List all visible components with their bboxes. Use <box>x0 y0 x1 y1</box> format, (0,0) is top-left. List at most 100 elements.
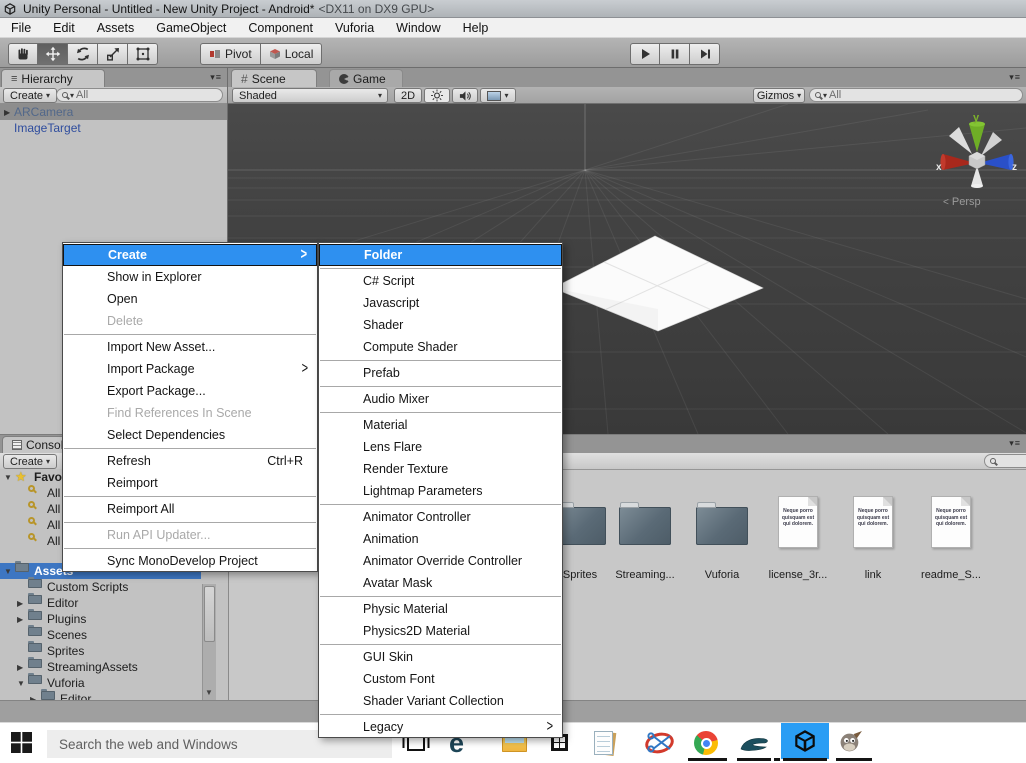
menu-help[interactable]: Help <box>452 21 500 35</box>
tree-item-custom-scripts[interactable]: Custom Scripts <box>0 579 228 595</box>
menu-item-compute-shader[interactable]: Compute Shader <box>319 336 562 358</box>
menu-item-folder[interactable]: Folder <box>319 244 562 266</box>
menu-item-animator-controller[interactable]: Animator Controller <box>319 506 562 528</box>
project-create-button[interactable]: Create▾ <box>3 454 57 469</box>
menu-item-prefab[interactable]: Prefab <box>319 362 562 384</box>
rotate-tool-button[interactable] <box>68 43 98 65</box>
menu-item-lens-flare[interactable]: Lens Flare <box>319 436 562 458</box>
hand-tool-button[interactable] <box>8 43 38 65</box>
tree-item-sprites[interactable]: Sprites <box>0 643 228 659</box>
gizmos-dropdown[interactable]: Gizmos▾ <box>753 88 805 103</box>
panel-menu-icon[interactable]: ▾≡ <box>1009 438 1021 449</box>
menu-item-lightmap-parameters[interactable]: Lightmap Parameters <box>319 480 562 502</box>
shading-mode-dropdown[interactable]: Shaded ▾ <box>232 88 388 103</box>
menu-item-gui-skin[interactable]: GUI Skin <box>319 646 562 668</box>
menu-item-audio-mixer[interactable]: Audio Mixer <box>319 388 562 410</box>
menu-item-animation[interactable]: Animation <box>319 528 562 550</box>
asset-license-3r[interactable]: Neque porro quisquam est qui dolorem.lic… <box>762 495 834 581</box>
start-button[interactable] <box>11 732 32 758</box>
menu-gameobject[interactable]: GameObject <box>145 21 237 35</box>
menu-item-export-package[interactable]: Export Package... <box>63 380 317 402</box>
menu-item-shader[interactable]: Shader <box>319 314 562 336</box>
effects-dropdown-button[interactable]: ▾ <box>480 88 516 103</box>
menu-component[interactable]: Component <box>237 21 324 35</box>
menu-window[interactable]: Window <box>385 21 451 35</box>
asset-streaming[interactable]: Streaming... <box>609 495 681 581</box>
2d-toggle-button[interactable]: 2D <box>394 88 422 103</box>
search-icon <box>815 92 821 98</box>
lighting-toggle-button[interactable] <box>424 88 450 103</box>
tree-item-plugins[interactable]: ▶Plugins <box>0 611 228 627</box>
menu-edit[interactable]: Edit <box>42 21 86 35</box>
hierarchy-search-input[interactable]: ▾ All <box>56 88 223 102</box>
project-search-input[interactable] <box>984 454 1026 468</box>
scene-orientation-gizmo[interactable]: y x z <box>935 112 1019 196</box>
gimp-icon[interactable] <box>838 731 863 755</box>
menu-item-refresh[interactable]: RefreshCtrl+R <box>63 450 317 472</box>
menu-item-legacy[interactable]: Legacy> <box>319 716 562 738</box>
asset-link[interactable]: Neque porro quisquam est qui dolorem.lin… <box>837 495 909 581</box>
move-tool-button[interactable] <box>38 43 68 65</box>
hierarchy-item-arcamera[interactable]: ▶ARCamera <box>0 104 227 120</box>
play-icon <box>637 46 653 62</box>
menu-item-render-texture[interactable]: Render Texture <box>319 458 562 480</box>
scene-search-input[interactable]: ▾ All <box>809 88 1023 102</box>
menu-file[interactable]: File <box>0 21 42 35</box>
play-button[interactable] <box>630 43 660 65</box>
menu-item-c-script[interactable]: C# Script <box>319 270 562 292</box>
pause-button[interactable] <box>660 43 690 65</box>
menu-item-create[interactable]: Create> <box>63 244 317 266</box>
menu-vuforia[interactable]: Vuforia <box>324 21 385 35</box>
hierarchy-item-imagetarget[interactable]: ImageTarget <box>0 120 227 136</box>
menu-item-show-in-explorer[interactable]: Show in Explorer <box>63 266 317 288</box>
panel-menu-icon[interactable]: ▾≡ <box>1009 72 1021 83</box>
pivot-button[interactable]: Pivot <box>200 43 261 65</box>
hierarchy-search-label: All <box>76 89 88 101</box>
menu-item-physics2d-material[interactable]: Physics2D Material <box>319 620 562 642</box>
step-button[interactable] <box>690 43 720 65</box>
asset-readme-s[interactable]: Neque porro quisquam est qui dolorem.rea… <box>915 495 987 581</box>
rect-tool-button[interactable] <box>128 43 158 65</box>
menu-item-reimport-all[interactable]: Reimport All <box>63 498 317 520</box>
folder-icon <box>28 611 42 620</box>
tab-hierarchy[interactable]: ≡ Hierarchy <box>1 69 105 87</box>
menu-item-javascript[interactable]: Javascript <box>319 292 562 314</box>
snipping-tool-icon[interactable] <box>644 729 676 757</box>
menu-item-material[interactable]: Material <box>319 414 562 436</box>
menu-item-select-dependencies[interactable]: Select Dependencies <box>63 424 317 446</box>
scale-tool-button[interactable] <box>98 43 128 65</box>
hierarchy-create-button[interactable]: Create▾ <box>3 88 57 103</box>
asset-vuforia[interactable]: Vuforia <box>686 495 758 581</box>
notepad-icon[interactable] <box>594 731 616 756</box>
hierarchy-icon: ≡ <box>11 73 17 85</box>
menu-assets[interactable]: Assets <box>86 21 146 35</box>
menu-item-import-package[interactable]: Import Package> <box>63 358 317 380</box>
tree-item-editor[interactable]: ▶Editor <box>0 595 228 611</box>
menu-item-sync-monodevelop-project[interactable]: Sync MonoDevelop Project <box>63 550 317 572</box>
menu-item-animator-override-controller[interactable]: Animator Override Controller <box>319 550 562 572</box>
menu-item-custom-font[interactable]: Custom Font <box>319 668 562 690</box>
perspective-label[interactable]: < Persp <box>943 196 981 208</box>
chrome-icon[interactable] <box>694 731 718 755</box>
unity-taskbar-button[interactable] <box>781 723 829 759</box>
tree-item-vuforia[interactable]: ▼Vuforia <box>0 675 228 691</box>
local-button[interactable]: Local <box>261 43 323 65</box>
menu-item-reimport[interactable]: Reimport <box>63 472 317 494</box>
scrollbar-thumb[interactable] <box>204 586 215 642</box>
tree-item-editor[interactable]: ▶Editor <box>0 691 228 700</box>
tab-game[interactable]: Game <box>329 69 403 87</box>
menu-item-shader-variant-collection[interactable]: Shader Variant Collection <box>319 690 562 712</box>
audio-toggle-button[interactable] <box>452 88 478 103</box>
tab-scene[interactable]: # Scene <box>231 69 317 87</box>
scrollbar-down-arrow-icon[interactable]: ▼ <box>205 688 213 697</box>
menu-item-label: Physics2D Material <box>363 624 470 638</box>
tree-item-streamingassets[interactable]: ▶StreamingAssets <box>0 659 228 675</box>
panel-menu-icon[interactable]: ▾≡ <box>210 72 222 83</box>
app-icon-swoosh[interactable] <box>738 734 772 754</box>
project-tree-scrollbar[interactable]: ▼ <box>202 584 216 700</box>
tree-item-scenes[interactable]: Scenes <box>0 627 228 643</box>
menu-item-physic-material[interactable]: Physic Material <box>319 598 562 620</box>
menu-item-avatar-mask[interactable]: Avatar Mask <box>319 572 562 594</box>
menu-item-open[interactable]: Open <box>63 288 317 310</box>
menu-item-import-new-asset[interactable]: Import New Asset... <box>63 336 317 358</box>
